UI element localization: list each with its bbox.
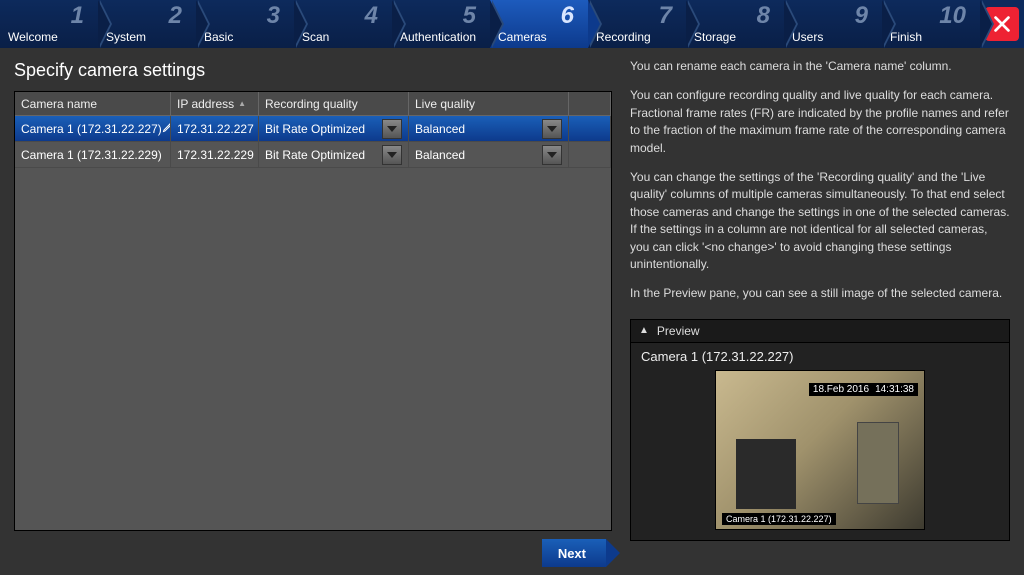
- table-row[interactable]: Camera 1 (172.31.22.227) 172.31.22.227 B…: [15, 116, 611, 142]
- col-spacer: [569, 92, 611, 115]
- wizard-step-welcome[interactable]: 1 Welcome: [0, 0, 98, 48]
- cell-spacer: [569, 142, 611, 167]
- timestamp-overlay: 18.Feb 2016 14:31:38: [809, 383, 918, 396]
- cell-live-quality[interactable]: Balanced: [409, 142, 569, 167]
- dropdown-icon[interactable]: [542, 119, 562, 139]
- table-header: Camera name IP address▲ Recording qualit…: [15, 92, 611, 116]
- dropdown-icon[interactable]: [382, 145, 402, 165]
- step-number: 3: [267, 2, 280, 30]
- step-number: 10: [939, 2, 966, 30]
- step-number: 4: [365, 2, 378, 30]
- col-camera-name[interactable]: Camera name: [15, 92, 171, 115]
- help-text: In the Preview pane, you can see a still…: [630, 285, 1010, 302]
- col-live-quality[interactable]: Live quality: [409, 92, 569, 115]
- help-text: You can rename each camera in the 'Camer…: [630, 58, 1010, 75]
- step-label: Cameras: [498, 30, 547, 44]
- dropdown-icon[interactable]: [542, 145, 562, 165]
- help-text: You can change the settings of the 'Reco…: [630, 169, 1010, 273]
- wizard-step-cameras[interactable]: 6 Cameras: [490, 0, 588, 48]
- cell-ip: 172.31.22.229: [171, 142, 259, 167]
- page-title: Specify camera settings: [14, 60, 612, 81]
- preview-header-label: Preview: [657, 324, 700, 338]
- edit-icon[interactable]: [162, 121, 171, 136]
- cell-recording-quality[interactable]: Bit Rate Optimized: [259, 116, 409, 141]
- table-body: Camera 1 (172.31.22.227) 172.31.22.227 B…: [15, 116, 611, 530]
- cell-camera-name[interactable]: Camera 1 (172.31.22.227): [15, 116, 171, 141]
- preview-header[interactable]: ▲ Preview: [631, 320, 1009, 343]
- help-text: You can configure recording quality and …: [630, 87, 1010, 157]
- wizard-step-users[interactable]: 9 Users: [784, 0, 882, 48]
- wizard-step-recording[interactable]: 7 Recording: [588, 0, 686, 48]
- step-label: System: [106, 30, 146, 44]
- dropdown-icon[interactable]: [382, 119, 402, 139]
- sort-asc-icon: ▲: [238, 99, 246, 108]
- step-number: 6: [561, 2, 574, 30]
- wizard-step-finish[interactable]: 10 Finish: [882, 0, 980, 48]
- col-recording-quality[interactable]: Recording quality: [259, 92, 409, 115]
- collapse-icon[interactable]: ▲: [639, 325, 649, 336]
- step-number: 7: [659, 2, 672, 30]
- step-number: 9: [855, 2, 868, 30]
- wizard-step-scan[interactable]: 4 Scan: [294, 0, 392, 48]
- next-button[interactable]: Next: [542, 539, 606, 567]
- preview-pane: ▲ Preview Camera 1 (172.31.22.227) 18.Fe…: [630, 319, 1010, 541]
- wizard-nav: 1 Welcome 2 System 3 Basic 4 Scan 5 Auth…: [0, 0, 1024, 48]
- wizard-step-basic[interactable]: 3 Basic: [196, 0, 294, 48]
- help-panel: You can rename each camera in the 'Camer…: [620, 48, 1024, 575]
- table-row[interactable]: Camera 1 (172.31.22.229) 172.31.22.229 B…: [15, 142, 611, 168]
- step-number: 1: [71, 2, 84, 30]
- step-label: Storage: [694, 30, 736, 44]
- step-number: 2: [169, 2, 182, 30]
- preview-camera-title: Camera 1 (172.31.22.227): [641, 349, 999, 364]
- settings-panel: Specify camera settings Camera name IP a…: [0, 48, 620, 575]
- step-label: Welcome: [8, 30, 58, 44]
- step-number: 5: [463, 2, 476, 30]
- camera-overlay-label: Camera 1 (172.31.22.227): [722, 513, 836, 525]
- step-number: 8: [757, 2, 770, 30]
- wizard-step-authentication[interactable]: 5 Authentication: [392, 0, 490, 48]
- step-label: Authentication: [400, 30, 476, 44]
- cell-camera-name[interactable]: Camera 1 (172.31.22.229): [15, 142, 171, 167]
- cell-live-quality[interactable]: Balanced: [409, 116, 569, 141]
- preview-thumbnail: 18.Feb 2016 14:31:38 Camera 1 (172.31.22…: [715, 370, 925, 530]
- cell-spacer: [569, 116, 611, 141]
- step-label: Recording: [596, 30, 651, 44]
- camera-table: Camera name IP address▲ Recording qualit…: [14, 91, 612, 531]
- wizard-step-storage[interactable]: 8 Storage: [686, 0, 784, 48]
- cell-ip: 172.31.22.227: [171, 116, 259, 141]
- wizard-step-system[interactable]: 2 System: [98, 0, 196, 48]
- col-ip-address[interactable]: IP address▲: [171, 92, 259, 115]
- cell-recording-quality[interactable]: Bit Rate Optimized: [259, 142, 409, 167]
